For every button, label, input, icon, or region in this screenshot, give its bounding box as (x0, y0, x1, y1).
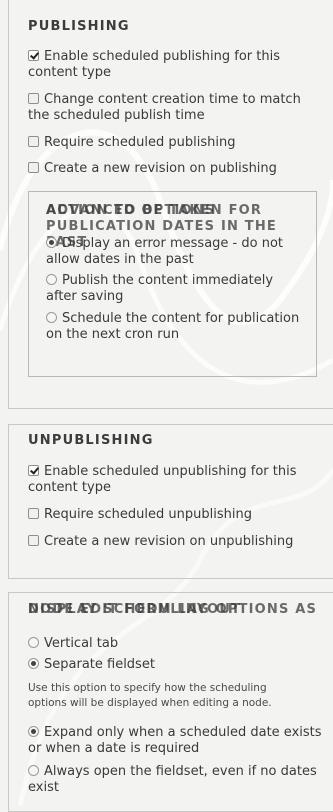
option-label: Change content creation time to match th… (28, 92, 301, 123)
publish-immediately-option[interactable]: Publish the content immediately after sa… (46, 273, 296, 305)
option-label: Separate fieldset (44, 657, 155, 672)
expand-when-date-exists-radio[interactable] (28, 726, 39, 737)
option-label: Always open the fieldset, even if no dat… (28, 764, 317, 795)
option-label: Require scheduled publishing (44, 135, 236, 150)
separate-fieldset-option[interactable]: Separate fieldset (28, 657, 318, 673)
require-scheduled-publishing-option[interactable]: Require scheduled publishing (28, 135, 318, 151)
always-open-fieldset-option[interactable]: Always open the fieldset, even if no dat… (28, 764, 318, 796)
change-creation-time-option[interactable]: Change content creation time to match th… (28, 92, 320, 124)
option-label: Expand only when a scheduled date exists… (28, 725, 322, 756)
require-scheduled-publishing-checkbox[interactable] (28, 136, 39, 147)
option-label: Create a new revision on unpublishing (44, 534, 294, 549)
expand-when-date-exists-option[interactable]: Expand only when a scheduled date exists… (28, 725, 323, 757)
require-scheduled-unpublishing-checkbox[interactable] (28, 508, 39, 519)
separate-fieldset-radio[interactable] (28, 658, 39, 669)
enable-scheduled-publishing-checkbox[interactable] (28, 50, 39, 61)
new-revision-unpublishing-option[interactable]: Create a new revision on unpublishing (28, 534, 318, 550)
publish-immediately-radio[interactable] (46, 274, 57, 285)
past-dates-error-radio[interactable] (46, 237, 57, 248)
option-label: Enable scheduled publishing for this con… (28, 49, 280, 80)
option-label: Enable scheduled unpublishing for this c… (28, 464, 297, 495)
publishing-legend: PUBLISHING (28, 19, 130, 34)
schedule-next-cron-radio[interactable] (46, 312, 57, 323)
unpublishing-legend: UNPUBLISHING (28, 433, 154, 448)
vertical-tab-option[interactable]: Vertical tab (28, 636, 318, 652)
option-label: Publish the content immediately after sa… (46, 273, 274, 304)
new-revision-unpublishing-checkbox[interactable] (28, 535, 39, 546)
option-label: Vertical tab (44, 636, 119, 651)
enable-scheduled-publishing-option[interactable]: Enable scheduled publishing for this con… (28, 49, 318, 81)
always-open-fieldset-radio[interactable] (28, 765, 39, 776)
require-scheduled-unpublishing-option[interactable]: Require scheduled unpublishing (28, 507, 318, 523)
change-creation-time-checkbox[interactable] (28, 93, 39, 104)
new-revision-publishing-option[interactable]: Create a new revision on publishing (28, 161, 318, 177)
schedule-next-cron-option[interactable]: Schedule the content for publication on … (46, 311, 308, 343)
vertical-tab-radio[interactable] (28, 637, 39, 648)
option-label: Schedule the content for publication on … (46, 311, 300, 342)
option-label: Create a new revision on publishing (44, 161, 277, 176)
enable-scheduled-unpublishing-checkbox[interactable] (28, 465, 39, 476)
display-options-description: Use this option to specify how the sched… (28, 682, 272, 709)
option-label: Display an error message - do not allow … (46, 236, 283, 267)
option-label: Require scheduled unpublishing (44, 507, 252, 522)
new-revision-publishing-checkbox[interactable] (28, 162, 39, 173)
enable-scheduled-unpublishing-option[interactable]: Enable scheduled unpublishing for this c… (28, 464, 318, 496)
past-dates-error-option[interactable]: Display an error message - do not allow … (46, 236, 296, 268)
display-scheduling-options-legend: DISPLAY SCHEDULING OPTIONS AS (28, 602, 318, 617)
